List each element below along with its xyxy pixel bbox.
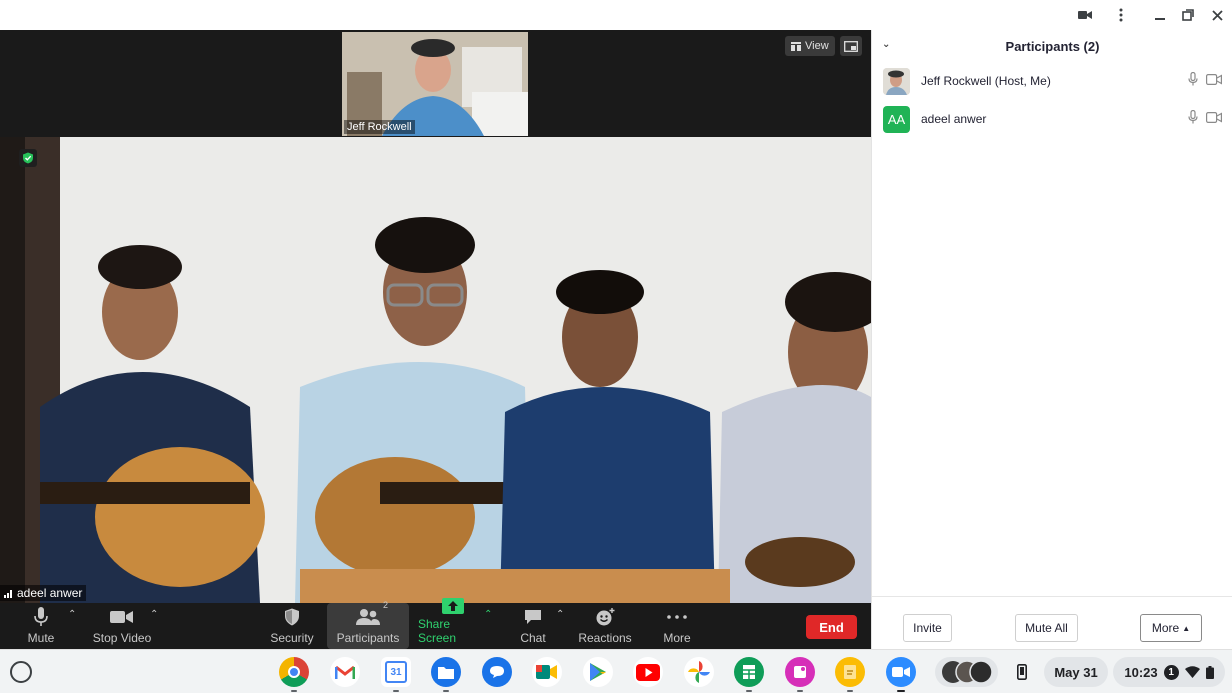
- mute-button[interactable]: Mute: [22, 603, 60, 649]
- avatar-initials: AA: [887, 111, 906, 127]
- canvas-icon[interactable]: [785, 657, 815, 692]
- speaker-name-label: adeel anwer: [0, 585, 87, 601]
- microphone-icon: [34, 606, 48, 628]
- participant-thumbnail[interactable]: Jeff Rockwell: [342, 32, 528, 136]
- participants-label: Participants: [336, 631, 400, 645]
- reactions-label: Reactions: [578, 631, 632, 645]
- video-camera-icon[interactable]: [1206, 72, 1222, 90]
- share-screen-label: Share Screen: [418, 617, 457, 645]
- chat-label: Chat: [520, 631, 546, 645]
- avatar: AA: [883, 105, 910, 133]
- launcher-icon[interactable]: [10, 661, 32, 683]
- participants-panel: ⌄ Participants (2) Jeff Rockwell (Host, …: [871, 30, 1232, 649]
- view-label: View: [805, 40, 829, 52]
- participant-name: Jeff Rockwell (Host, Me): [921, 74, 1051, 88]
- panel-header: ⌄ Participants (2): [872, 30, 1232, 62]
- mute-all-button[interactable]: Mute All: [1015, 614, 1078, 642]
- panel-more-label: More: [1151, 621, 1180, 635]
- files-icon[interactable]: [431, 657, 461, 692]
- stop-video-label: Stop Video: [92, 631, 152, 645]
- security-button[interactable]: Security: [268, 603, 316, 649]
- kebab-menu-icon[interactable]: [1110, 5, 1132, 25]
- thumbnail-name-label: Jeff Rockwell: [344, 120, 415, 134]
- panel-title: Participants (2): [1005, 38, 1100, 54]
- window-titlebar: [0, 0, 1232, 30]
- mute-label: Mute: [27, 631, 55, 645]
- share-options-caret[interactable]: ⌃: [484, 609, 492, 620]
- participant-row[interactable]: Jeff Rockwell (Host, Me): [872, 62, 1232, 100]
- video-options-caret[interactable]: ⌃: [150, 609, 158, 620]
- view-button[interactable]: View: [785, 36, 835, 56]
- battery-icon: [1205, 665, 1214, 679]
- participant-row[interactable]: AA adeel anwer: [872, 100, 1232, 138]
- participants-button[interactable]: 2 Participants: [327, 600, 409, 649]
- caret-up-icon: ▲: [1182, 623, 1191, 633]
- holding-space-tray[interactable]: [935, 657, 998, 687]
- invite-button[interactable]: Invite: [903, 614, 952, 642]
- share-screen-icon: [442, 598, 464, 614]
- shield-icon: [284, 606, 300, 628]
- signal-icon: [4, 589, 12, 598]
- microphone-icon[interactable]: [1188, 71, 1198, 91]
- minimize-icon[interactable]: [1149, 5, 1171, 25]
- date-label: May 31: [1054, 664, 1098, 680]
- restore-icon[interactable]: [1177, 5, 1199, 25]
- date-pill[interactable]: May 31: [1044, 657, 1108, 687]
- panel-more-button[interactable]: More ▲: [1140, 614, 1202, 642]
- participant-name: adeel anwer: [921, 112, 987, 126]
- messages-icon[interactable]: [482, 657, 512, 687]
- youtube-icon[interactable]: [633, 657, 663, 687]
- calendar-day: 31: [385, 661, 407, 683]
- gmail-icon[interactable]: [330, 657, 360, 687]
- panel-footer: Invite Mute All More ▲: [872, 596, 1232, 649]
- video-camera-icon[interactable]: [1206, 110, 1222, 128]
- more-button[interactable]: More: [659, 603, 695, 649]
- calendar-icon[interactable]: 31: [381, 657, 411, 692]
- pip-icon: [844, 40, 858, 52]
- zoom-icon[interactable]: [886, 657, 916, 692]
- audio-options-caret[interactable]: ⌃: [68, 609, 76, 620]
- status-tray[interactable]: 10:23 1: [1113, 657, 1225, 687]
- phone-hub-icon[interactable]: [1008, 657, 1036, 687]
- close-icon[interactable]: [1206, 5, 1228, 25]
- notification-count: 1: [1163, 664, 1179, 680]
- camera-icon[interactable]: [1074, 5, 1096, 25]
- wifi-icon: [1184, 666, 1200, 678]
- os-shelf: 31 May 31 10:23 1: [0, 649, 1232, 693]
- avatar: [883, 67, 910, 95]
- time-label: 10:23: [1124, 664, 1158, 680]
- end-meeting-button[interactable]: End: [806, 615, 857, 639]
- smiley-icon: [595, 606, 615, 628]
- chat-options-caret[interactable]: ⌃: [556, 609, 564, 620]
- meeting-toolbar: Mute ⌃ Stop Video ⌃ Security 2 Participa…: [0, 598, 871, 649]
- chat-icon: [524, 606, 542, 628]
- security-label: Security: [270, 631, 314, 645]
- participants-icon: 2: [356, 600, 388, 628]
- main-video: adeel anwer: [0, 137, 871, 603]
- thumbnail-strip: Jeff Rockwell View: [0, 30, 871, 137]
- stop-video-button[interactable]: Stop Video: [92, 603, 152, 649]
- speaker-name: adeel anwer: [17, 586, 83, 600]
- encryption-shield-icon[interactable]: [19, 149, 37, 167]
- sheets-icon[interactable]: [734, 657, 764, 692]
- collapse-chevron-icon[interactable]: ⌄: [882, 39, 890, 50]
- video-camera-icon: [110, 606, 134, 628]
- picture-in-picture-button[interactable]: [840, 36, 862, 56]
- meeting-area: Jeff Rockwell View adeel anwer Mute ⌃ St…: [0, 30, 871, 649]
- more-dots-icon: [667, 606, 687, 628]
- microphone-icon[interactable]: [1188, 109, 1198, 129]
- more-label: More: [663, 631, 691, 645]
- meet-icon[interactable]: [532, 657, 562, 687]
- share-screen-button[interactable]: Share Screen: [418, 598, 488, 649]
- keep-icon[interactable]: [835, 657, 865, 692]
- chat-button[interactable]: Chat: [516, 603, 550, 649]
- reactions-button[interactable]: Reactions: [578, 603, 632, 649]
- chrome-icon[interactable]: [279, 657, 309, 692]
- grid-icon: [791, 41, 801, 51]
- participants-count: 2: [382, 600, 388, 610]
- photos-icon[interactable]: [684, 657, 714, 687]
- play-store-icon[interactable]: [583, 657, 613, 687]
